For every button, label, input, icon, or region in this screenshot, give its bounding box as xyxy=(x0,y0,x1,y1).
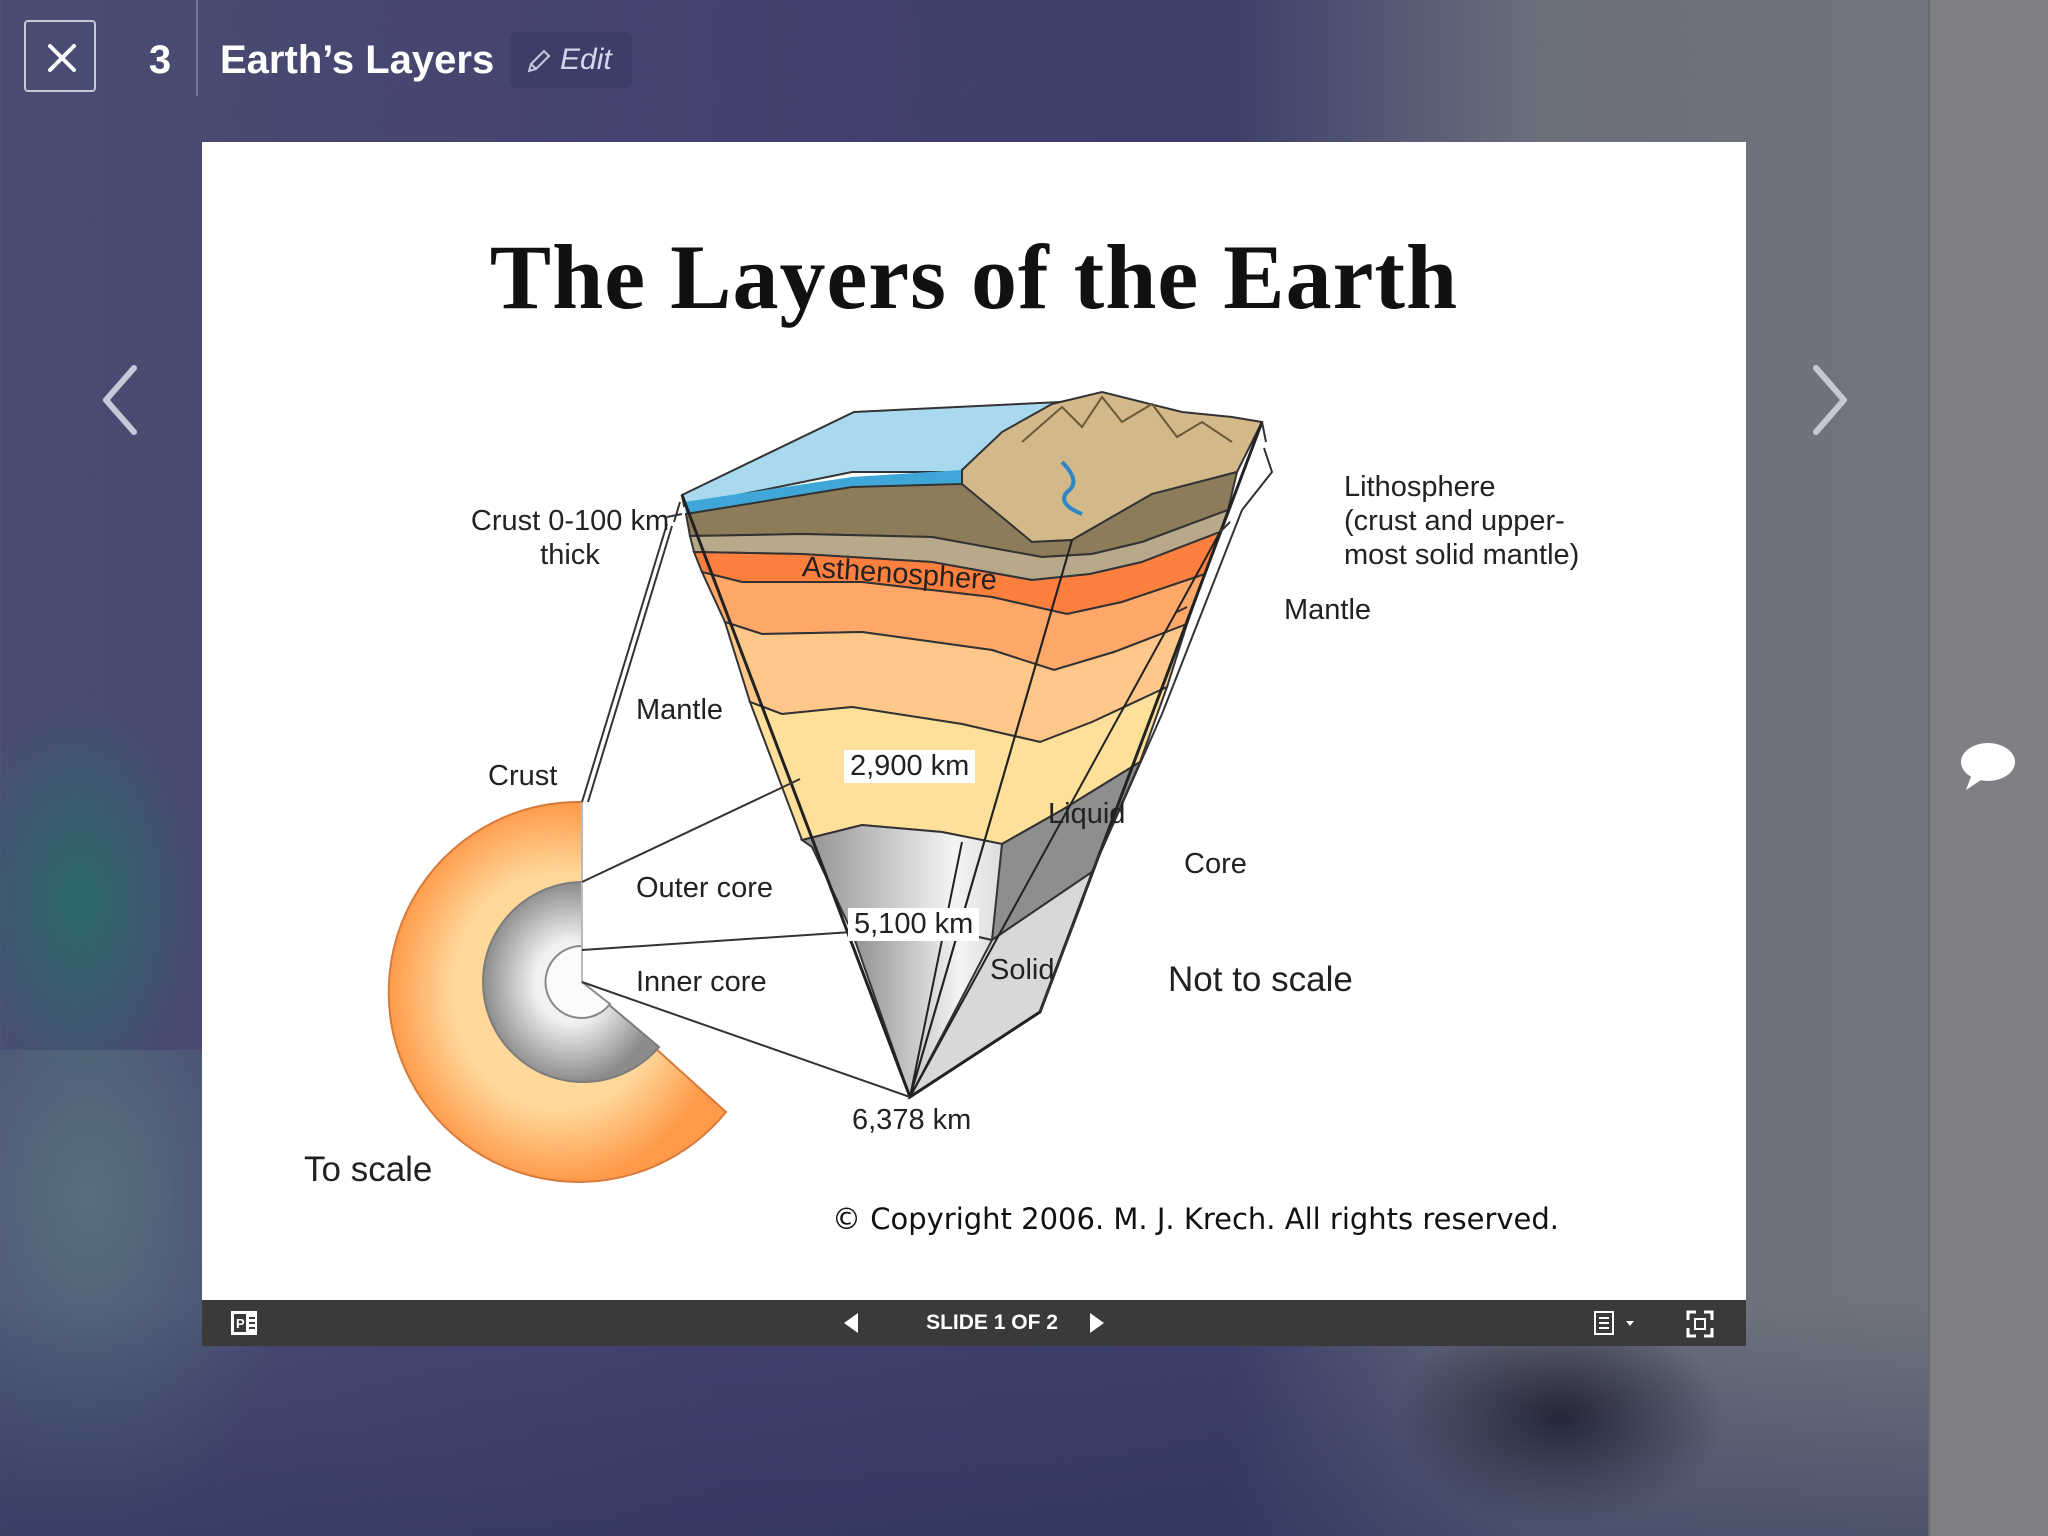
triangle-left-icon[interactable] xyxy=(842,1312,860,1334)
svg-text:P: P xyxy=(236,1316,245,1331)
depth-5100-label: 5,100 km xyxy=(848,908,980,941)
lithosphere-label: Lithosphere (crust and upper- most solid… xyxy=(1344,471,1580,571)
mantle-left-label: Mantle xyxy=(636,694,724,726)
page-title: Earth’s Layers xyxy=(220,38,495,82)
pencil-icon xyxy=(527,49,551,73)
depth-6378-label: 6,378 km xyxy=(852,1104,972,1136)
depth-2900-label: 2,900 km xyxy=(844,750,976,783)
slide-counter: SLIDE 1 OF 2 xyxy=(926,1311,1058,1334)
fullscreen-icon[interactable] xyxy=(1686,1310,1714,1338)
edit-button[interactable]: Edit xyxy=(510,32,632,88)
background-blur xyxy=(0,700,200,1100)
next-slide-button[interactable] xyxy=(1798,360,1858,440)
copyright-text: © Copyright 2006. M. J. Krech. All right… xyxy=(832,1202,1559,1236)
inner-core-label: Inner core xyxy=(636,966,767,998)
close-icon xyxy=(48,44,76,72)
triangle-right-icon[interactable] xyxy=(1088,1312,1106,1334)
powerpoint-icon: P xyxy=(231,1311,257,1335)
to-scale-label: To scale xyxy=(304,1150,433,1189)
notes-icon[interactable] xyxy=(1592,1310,1642,1336)
mantle-right-label: Mantle xyxy=(1284,594,1372,626)
slide-title: The Layers of the Earth xyxy=(489,226,1459,328)
close-button[interactable] xyxy=(24,20,96,92)
not-to-scale-label: Not to scale xyxy=(1168,960,1353,999)
comment-button[interactable] xyxy=(1958,738,2018,794)
chevron-left-icon xyxy=(103,365,137,435)
header-divider xyxy=(196,0,198,96)
previous-slide-button[interactable] xyxy=(92,360,152,440)
solid-label: Solid xyxy=(990,954,1055,986)
slide-number: 3 xyxy=(148,38,172,82)
crust-thickness-label: Crust 0-100 km thick xyxy=(470,505,670,571)
slide-toolbar: P SLIDE 1 OF 2 xyxy=(202,1300,1746,1346)
crust-label: Crust xyxy=(488,760,558,792)
outer-core-label: Outer core xyxy=(636,872,773,904)
speech-bubble-icon xyxy=(1961,743,2015,790)
liquid-label: Liquid xyxy=(1048,798,1126,830)
chevron-right-icon xyxy=(1813,365,1847,435)
edit-label: Edit xyxy=(560,43,612,76)
core-label: Core xyxy=(1184,848,1247,880)
slide-canvas: The Layers of the Earth Crust 0-100 km t… xyxy=(202,142,1746,1300)
